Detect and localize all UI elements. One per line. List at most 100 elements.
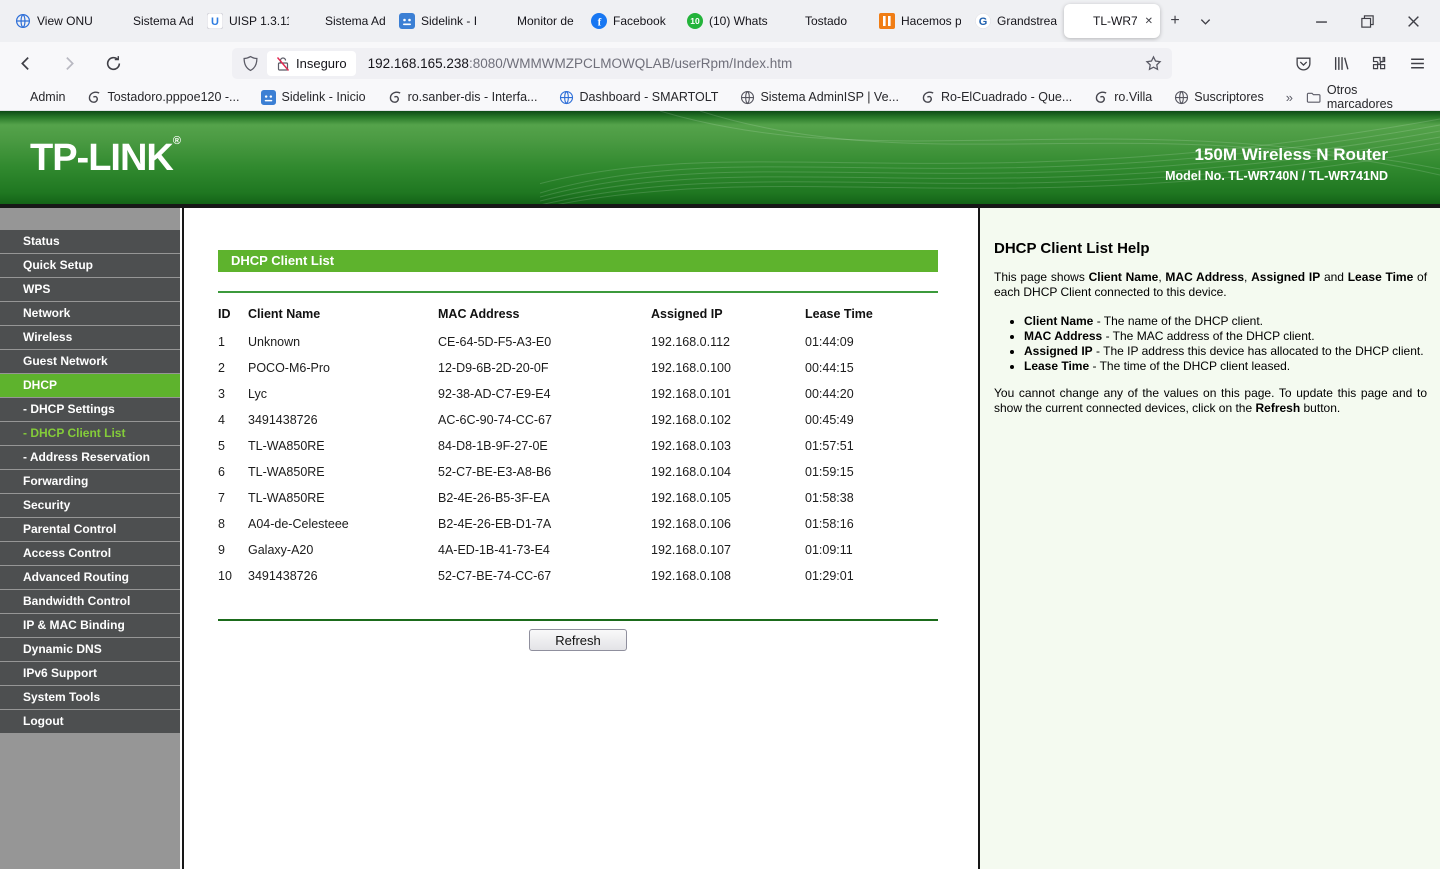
cell-assigned-ip: 192.168.0.100 [651, 355, 805, 381]
cell-assigned-ip: 192.168.0.102 [651, 407, 805, 433]
sidebar-item-quick-setup[interactable]: Quick Setup [0, 254, 180, 277]
bookmark-label: ro.sanber-dis - Interfa... [408, 90, 538, 104]
tab-strip: View ONUSistema AdminUUISP 1.3.11Sistema… [0, 0, 1160, 42]
browser-tab-hacemos-p[interactable]: Hacemos p [872, 4, 968, 38]
svg-text:10: 10 [690, 16, 700, 26]
cell-mac-address: AC-6C-90-74-CC-67 [438, 407, 651, 433]
bookmark-suscriptores[interactable]: Suscriptores [1174, 90, 1263, 105]
insecure-connection-chip[interactable]: Inseguro [267, 51, 356, 76]
bookmark-sistema-adminisp-ve[interactable]: Sistema AdminISP | Ve... [740, 90, 899, 105]
column-header-lease-time: Lease Time [805, 293, 938, 329]
bookmark-tostadoro-pppoe120[interactable]: Tostadoro.pppoe120 -... [87, 90, 239, 105]
extensions-puzzle-icon[interactable] [1371, 55, 1388, 72]
sidebar-item-bandwidth-control[interactable]: Bandwidth Control [0, 590, 180, 613]
sidebar-item-network[interactable]: Network [0, 302, 180, 325]
sidebar-item-access-control[interactable]: Access Control [0, 542, 180, 565]
bookmark-dashboard-smartolt[interactable]: Dashboard - SMARTOLT [559, 90, 718, 105]
browser-titlebar: View ONUSistema AdminUUISP 1.3.11Sistema… [0, 0, 1440, 42]
close-tab-icon[interactable]: ✕ [1143, 16, 1153, 27]
tab-label: Sistema Admin [133, 14, 193, 28]
cell-mac-address: CE-64-5D-F5-A3-E0 [438, 329, 651, 355]
browser-tab-sistema-admin[interactable]: Sistema Admin [104, 4, 200, 38]
sidebar-item-logout[interactable]: Logout [0, 710, 180, 733]
registered-mark: ® [173, 135, 181, 147]
cell-assigned-ip: 192.168.0.101 [651, 381, 805, 407]
help-footer: You cannot change any of the values on t… [994, 386, 1427, 416]
sidebar-item-wireless[interactable]: Wireless [0, 326, 180, 349]
browser-tab-tostado[interactable]: Tostado [776, 4, 872, 38]
sidebar-item-ip-mac-binding[interactable]: IP & MAC Binding [0, 614, 180, 637]
sidebar-item-ipv6-support[interactable]: IPv6 Support [0, 662, 180, 685]
help-desc: - The MAC address of the DHCP client. [1102, 329, 1314, 343]
pocket-icon[interactable] [1295, 55, 1312, 72]
main-panel: DHCP Client List IDClient NameMAC Addres… [184, 208, 978, 869]
new-tab-button[interactable]: + [1160, 6, 1190, 36]
table-row: 2POCO-M6-Pro12-D9-6B-2D-20-0F192.168.0.1… [218, 355, 938, 381]
other-bookmarks[interactable]: Otros marcadores [1306, 83, 1426, 111]
reload-button[interactable] [98, 48, 128, 78]
cell-id: 9 [218, 537, 248, 563]
bookmarks-overflow-chevron[interactable]: » [1286, 90, 1292, 105]
help-desc: - The name of the DHCP client. [1093, 314, 1263, 328]
restore-button[interactable] [1344, 0, 1390, 42]
whatsapp-badge-icon: 10 [687, 13, 703, 29]
browser-tab-grandstrea[interactable]: GGrandstrea [968, 4, 1064, 38]
cell-mac-address: B2-4E-26-EB-D1-7A [438, 511, 651, 537]
cell-lease-time: 01:58:16 [805, 511, 938, 537]
sidebar-item-dhcp-settings[interactable]: - DHCP Settings [0, 398, 180, 421]
bookmark-label: Ro-ElCuadrado - Que... [941, 90, 1072, 104]
list-tabs-chevron-icon[interactable] [1190, 6, 1220, 36]
help-bullet: Client Name - The name of the DHCP clien… [1024, 314, 1427, 329]
refresh-button[interactable]: Refresh [529, 629, 627, 651]
menu-hamburger-icon[interactable] [1409, 55, 1426, 72]
cell-id: 8 [218, 511, 248, 537]
sidebar-item-advanced-routing[interactable]: Advanced Routing [0, 566, 180, 589]
cell-mac-address: 52-C7-BE-74-CC-67 [438, 563, 651, 589]
sidebar-item-guest-network[interactable]: Guest Network [0, 350, 180, 373]
sidebar-item-parental-control[interactable]: Parental Control [0, 518, 180, 541]
sidebar-item-forwarding[interactable]: Forwarding [0, 470, 180, 493]
model-number: Model No. TL-WR740N / TL-WR741ND [1165, 169, 1388, 183]
cell-id: 7 [218, 485, 248, 511]
browser-tab-10-whats[interactable]: 10(10) Whats [680, 4, 776, 38]
browser-tab-tl-wr740n[interactable]: TL-WR740N✕ [1064, 4, 1160, 38]
forward-button[interactable] [54, 48, 84, 78]
browser-tab-sidelink-i[interactable]: Sidelink - I [392, 4, 488, 38]
sidebar-item-security[interactable]: Security [0, 494, 180, 517]
blank-favicon [1071, 13, 1087, 29]
shield-icon[interactable] [242, 55, 259, 72]
cell-client-name: 3491438726 [248, 563, 438, 589]
table-row: 1UnknownCE-64-5D-F5-A3-E0192.168.0.11201… [218, 329, 938, 355]
swirl-icon [87, 90, 102, 105]
bookmark-ro-villa[interactable]: ro.Villa [1094, 90, 1152, 105]
browser-tab-sistema-admin[interactable]: Sistema Admin [296, 4, 392, 38]
back-button[interactable] [10, 48, 40, 78]
sidebar-item-wps[interactable]: WPS [0, 278, 180, 301]
globe-icon [1174, 90, 1189, 105]
bookmark-ro-sanber-dis-interfa[interactable]: ro.sanber-dis - Interfa... [388, 90, 538, 105]
uisp-icon: U [207, 13, 223, 29]
browser-tab-uisp-1-3-11[interactable]: UUISP 1.3.11 [200, 4, 296, 38]
bookmark-sidelink-inicio[interactable]: Sidelink - Inicio [261, 90, 365, 105]
minimize-button[interactable] [1298, 0, 1344, 42]
browser-tab-facebook[interactable]: fFacebook [584, 4, 680, 38]
sidebar-item-dhcp[interactable]: DHCP [0, 374, 180, 397]
close-window-button[interactable] [1390, 0, 1436, 42]
sidebar-item-dynamic-dns[interactable]: Dynamic DNS [0, 638, 180, 661]
url-bar[interactable]: Inseguro 192.168.165.238:8080/WMMWMZPCLM… [232, 48, 1172, 79]
bookmark-star-icon[interactable] [1145, 55, 1162, 72]
cell-id: 6 [218, 459, 248, 485]
sidebar-item-system-tools[interactable]: System Tools [0, 686, 180, 709]
browser-tab-view-onu[interactable]: View ONU [8, 4, 104, 38]
sidebar-item-status[interactable]: Status [0, 230, 180, 253]
sidebar-item-dhcp-client-list[interactable]: - DHCP Client List [0, 422, 180, 445]
library-icon[interactable] [1333, 55, 1350, 72]
table-row: 10349143872652-C7-BE-74-CC-67192.168.0.1… [218, 563, 938, 589]
cell-assigned-ip: 192.168.0.104 [651, 459, 805, 485]
sidebar-item-address-reservation[interactable]: - Address Reservation [0, 446, 180, 469]
bookmark-admin[interactable]: Admin [30, 90, 65, 104]
bookmark-ro-elcuadrado-que[interactable]: Ro-ElCuadrado - Que... [921, 90, 1072, 105]
browser-tab-monitor-de-ab[interactable]: Monitor de ab [488, 4, 584, 38]
bookmark-label: Admin [30, 90, 65, 104]
tab-label: Tostado [805, 14, 865, 28]
